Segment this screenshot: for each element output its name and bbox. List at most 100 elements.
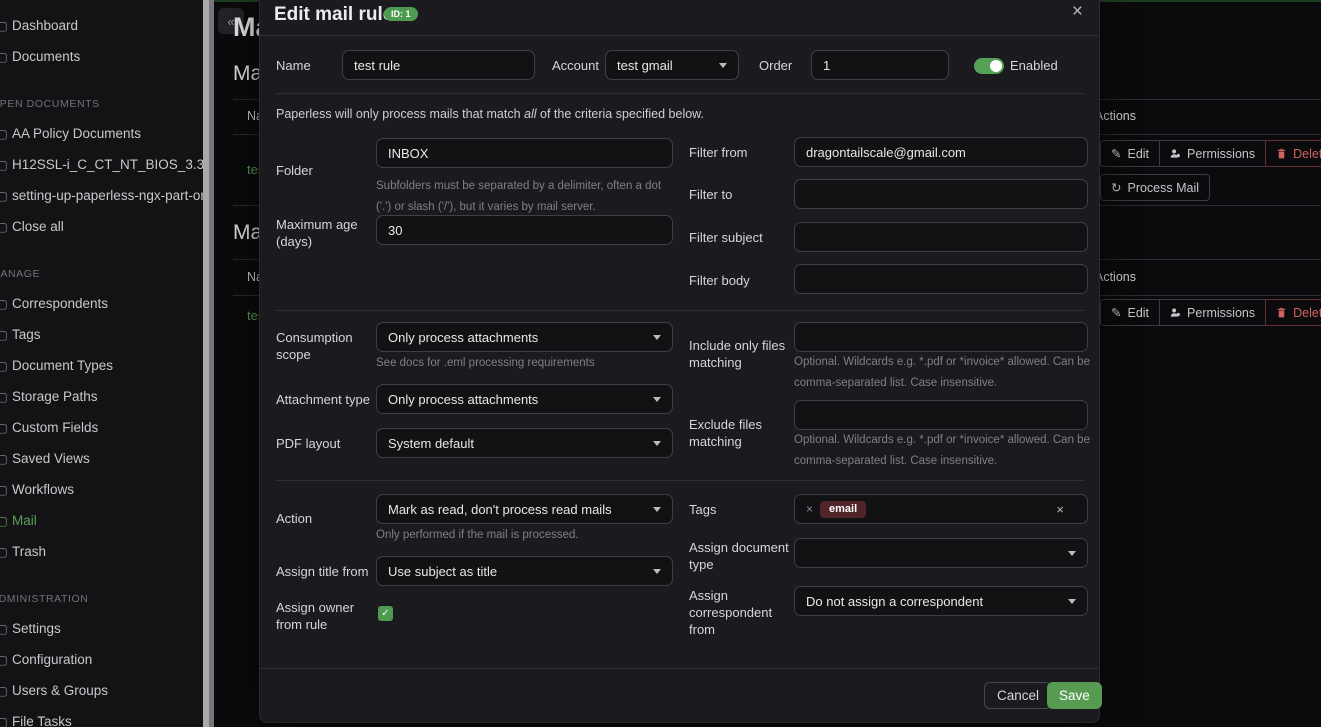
trash-icon [1276,307,1287,318]
enabled-label: Enabled [1010,57,1058,74]
assign-owner-checkbox[interactable]: ✓ [378,606,393,621]
sidebar-item-documents[interactable]: Documents [0,41,203,72]
divider [276,93,1085,94]
pdf-layout-select[interactable]: System default [376,428,673,458]
max-age-label: Maximum age (days) [276,216,371,250]
close-all-icon [0,220,12,234]
action-select[interactable]: Mark as read, don't process read mails [376,494,673,524]
assign-title-select[interactable]: Use subject as title [376,556,673,586]
permissions-button[interactable]: Permissions [1159,140,1266,167]
sidebar-item-label: Trash [12,544,46,559]
attachment-type-select[interactable]: Only process attachments [376,384,673,414]
chevron-down-icon [653,335,661,340]
chevron-down-icon [653,507,661,512]
sidebar-item-custom-fields[interactable]: Custom Fields [0,412,203,443]
sidebar-item-tags[interactable]: Tags [0,319,203,350]
filter-to-input[interactable] [794,179,1088,209]
chevron-down-icon [653,569,661,574]
include-files-help: Optional. Wildcards e.g. *.pdf or *invoi… [794,352,1092,394]
dashboard-icon [0,19,12,33]
sidebar-item-saved-views[interactable]: Saved Views [0,443,203,474]
gear-icon [0,622,12,636]
delete-button[interactable]: Delete [1265,299,1321,326]
chevron-down-icon [1068,551,1076,556]
action-label: Action [276,510,312,527]
include-files-input[interactable] [794,322,1088,352]
sidebar-item-correspondents[interactable]: Correspondents [0,288,203,319]
sidebar-item-open-doc-3[interactable]: setting-up-paperless-ngx-part-one [0,180,203,211]
sidebar-item-label: Custom Fields [12,420,98,435]
trash-icon [1276,148,1287,159]
tag-chip: email [820,501,866,518]
sidebar-item-open-doc-2[interactable]: H12SSL-i_C_CT_NT_BIOS_3.3_rele... [0,149,203,180]
dialog-header: Edit mail rule ID: 1 × [260,0,1099,36]
tags-label: Tags [689,501,716,518]
name-input[interactable]: test rule [342,50,535,80]
sidebar-section-administration: ADMINISTRATION [0,593,203,605]
sidebar-item-workflows[interactable]: Workflows [0,474,203,505]
actions-column-header: Actions [1095,109,1136,123]
max-age-input[interactable]: 30 [376,215,673,245]
sidebar-item-label: File Tasks [12,714,72,727]
process-mail-button[interactable]: ↻Process Mail [1100,174,1210,201]
cancel-button[interactable]: Cancel [984,682,1052,709]
sidebar-item-label: Documents [12,49,80,64]
sidebar-item-storage-paths[interactable]: Storage Paths [0,381,203,412]
clear-tags-icon[interactable]: × [1056,502,1064,517]
enabled-toggle[interactable] [974,58,1004,74]
rule-actions-group: ✎Edit Permissions Delete Copy [1100,299,1321,326]
sidebar-scrollbar[interactable] [203,0,214,727]
save-button[interactable]: Save [1047,682,1102,709]
sidebar-item-dashboard[interactable]: Dashboard [0,10,203,41]
order-input[interactable]: 1 [811,50,949,80]
folder-input[interactable]: INBOX [376,138,673,168]
tags-select[interactable]: × email × [794,494,1088,524]
sidebar-item-label: Storage Paths [12,389,98,404]
divider [276,310,1085,311]
filter-subject-label: Filter subject [689,229,763,246]
folder-label: Folder [276,162,313,179]
sidebar-item-trash[interactable]: Trash [0,536,203,567]
edit-button[interactable]: ✎Edit [1100,299,1160,326]
edit-mail-rule-dialog: Edit mail rule ID: 1 × Name test rule Ac… [259,0,1100,723]
remove-tag-icon[interactable]: × [806,502,813,516]
close-icon[interactable]: × [1072,1,1083,23]
delete-button[interactable]: Delete [1265,140,1321,167]
document-icon [0,127,12,141]
filter-from-input[interactable]: dragontailscale@gmail.com [794,137,1088,167]
pencil-icon: ✎ [1111,305,1121,320]
sidebar-item-mail[interactable]: Mail [0,505,203,536]
sidebar-item-label: Workflows [12,482,74,497]
saved-views-icon [0,452,12,466]
sidebar-item-document-types[interactable]: Document Types [0,350,203,381]
mail-icon [0,514,12,528]
sidebar-item-open-doc-1[interactable]: AA Policy Documents [0,118,203,149]
permissions-button[interactable]: Permissions [1159,299,1266,326]
sidebar-item-close-all[interactable]: Close all [0,211,203,242]
filter-to-label: Filter to [689,186,732,203]
filter-subject-input[interactable] [794,222,1088,252]
user-icon [1170,148,1181,159]
account-select[interactable]: test gmail [605,50,739,80]
sidebar-item-settings[interactable]: Settings [0,613,203,644]
edit-button[interactable]: ✎Edit [1100,140,1160,167]
assign-doc-type-label: Assign document type [689,539,794,573]
assign-doc-type-select[interactable] [794,538,1088,568]
criteria-note: Paperless will only process mails that m… [276,107,704,121]
sidebar-item-label: Tags [12,327,41,342]
consumption-scope-select[interactable]: Only process attachments [376,322,673,352]
assign-owner-label: Assign owner from rule [276,599,368,633]
include-files-label: Include only files matching [689,337,791,371]
sidebar-item-label: Document Types [12,358,113,373]
sidebar-item-file-tasks[interactable]: File Tasks [0,706,203,727]
assign-correspondent-label: Assign correspondent from [689,587,784,638]
sidebar-item-label: H12SSL-i_C_CT_NT_BIOS_3.3_rele... [12,157,203,172]
assign-correspondent-select[interactable]: Do not assign a correspondent [794,586,1088,616]
document-types-icon [0,359,12,373]
sidebar-item-users-groups[interactable]: Users & Groups [0,675,203,706]
sidebar-item-label: Configuration [12,652,92,667]
exclude-files-label: Exclude files matching [689,416,791,450]
sidebar-item-configuration[interactable]: Configuration [0,644,203,675]
filter-body-input[interactable] [794,264,1088,294]
exclude-files-input[interactable] [794,400,1088,430]
